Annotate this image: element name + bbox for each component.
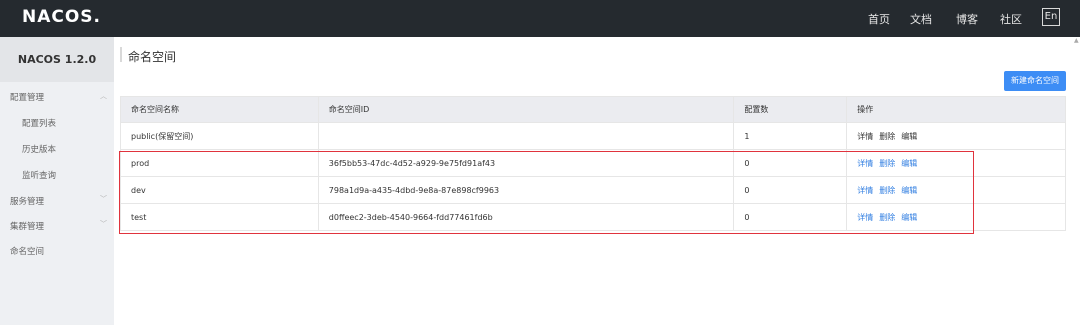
delete-link[interactable]: 删除 [879, 186, 895, 195]
nav-community[interactable]: 社区 [1000, 11, 1022, 27]
language-toggle-button[interactable]: En [1042, 8, 1060, 26]
row-actions: 详情 删除 编辑 [846, 122, 1066, 150]
namespace-name: prod [120, 149, 319, 177]
sidebar: NACOS 1.2.0 配置管理 ︿ 配置列表 历史版本 监听查询 服务管理 ﹀… [0, 37, 114, 325]
config-count: 0 [733, 203, 848, 231]
nav-blog[interactable]: 博客 [956, 11, 978, 27]
chevron-down-icon[interactable]: ﹀ [100, 219, 107, 229]
chevron-up-icon[interactable]: ︿ [100, 91, 107, 101]
edit-link[interactable]: 编辑 [901, 213, 917, 222]
namespace-name: test [120, 203, 319, 231]
namespace-id [317, 122, 735, 150]
namespace-name: dev [120, 176, 319, 204]
table-row: test d0ffeec2-3deb-4540-9664-fdd77461fd6… [120, 203, 1066, 231]
nacos-logo[interactable]: NACOS. [22, 7, 101, 27]
config-count: 1 [733, 122, 848, 150]
delete-link[interactable]: 删除 [879, 213, 895, 222]
new-namespace-button[interactable]: 新建命名空间 [1004, 71, 1066, 91]
detail-link[interactable]: 详情 [857, 213, 873, 222]
delete-link[interactable]: 删除 [879, 132, 895, 141]
chevron-down-icon[interactable]: ﹀ [100, 194, 107, 204]
row-actions: 详情 删除 编辑 [846, 203, 1066, 231]
row-actions: 详情 删除 编辑 [846, 176, 1066, 204]
scrollbar-up-icon[interactable]: ▲ [1074, 37, 1080, 49]
page-title: 命名空间 [128, 50, 177, 64]
namespace-name: public(保留空间) [120, 122, 319, 150]
namespace-id: d0ffeec2-3deb-4540-9664-fdd77461fd6b [317, 203, 735, 231]
title-divider [120, 47, 122, 62]
sidebar-item-namespace[interactable]: 命名空间 [10, 245, 44, 257]
column-header: 命名空间名称 [120, 96, 319, 123]
column-header: 操作 [846, 96, 1066, 123]
sidebar-item-config-list[interactable]: 配置列表 [22, 117, 56, 129]
sidebar-item-cluster-management[interactable]: 集群管理 [10, 220, 44, 232]
sidebar-item-listener-query[interactable]: 监听查询 [22, 169, 56, 181]
table-row: public(保留空间) 1 详情 删除 编辑 [120, 122, 1066, 150]
namespace-id: 36f5bb53-47dc-4d52-a929-9e75fd91af43 [317, 149, 735, 177]
edit-link[interactable]: 编辑 [901, 159, 917, 168]
sidebar-item-service-management[interactable]: 服务管理 [10, 195, 44, 207]
top-navbar: NACOS. 首页 文档 博客 社区 En [0, 0, 1080, 37]
detail-link[interactable]: 详情 [857, 186, 873, 195]
detail-link[interactable]: 详情 [857, 132, 873, 141]
column-header: 命名空间ID [317, 96, 735, 123]
row-actions: 详情 删除 编辑 [846, 149, 1066, 177]
edit-link[interactable]: 编辑 [901, 186, 917, 195]
sidebar-item-history[interactable]: 历史版本 [22, 143, 56, 155]
column-header: 配置数 [733, 96, 848, 123]
main-content: 命名空间 新建命名空间 命名空间名称 命名空间ID 配置数 操作 public(… [114, 37, 1080, 325]
table-row: dev 798a1d9a-a435-4dbd-9e8a-87e898cf9963… [120, 176, 1066, 204]
namespace-table: 命名空间名称 命名空间ID 配置数 操作 public(保留空间) 1 详情 删除… [120, 96, 1066, 231]
delete-link[interactable]: 删除 [879, 159, 895, 168]
sidebar-item-config-management[interactable]: 配置管理 [10, 91, 44, 103]
config-count: 0 [733, 176, 848, 204]
table-row: prod 36f5bb53-47dc-4d52-a929-9e75fd91af4… [120, 149, 1066, 177]
nav-home[interactable]: 首页 [868, 11, 890, 27]
detail-link[interactable]: 详情 [857, 159, 873, 168]
config-count: 0 [733, 149, 848, 177]
edit-link[interactable]: 编辑 [901, 132, 917, 141]
version-label: NACOS 1.2.0 [0, 37, 114, 82]
nav-docs[interactable]: 文档 [910, 11, 932, 27]
namespace-id: 798a1d9a-a435-4dbd-9e8a-87e898cf9963 [317, 176, 735, 204]
table-header-row: 命名空间名称 命名空间ID 配置数 操作 [120, 96, 1066, 123]
